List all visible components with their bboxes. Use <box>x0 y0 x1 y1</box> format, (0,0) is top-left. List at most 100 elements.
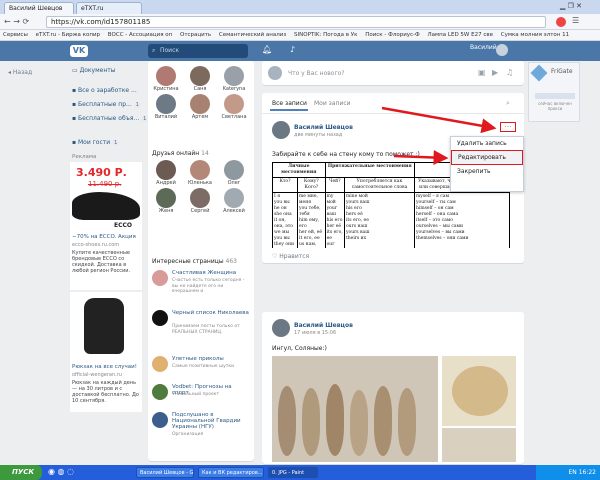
page-title[interactable]: Черный список Николаева <box>172 310 250 316</box>
left-nav-guests[interactable]: ▪ Мои гости 1 <box>72 139 120 146</box>
left-nav-group-1[interactable]: ▪ Все о заработке ... <box>72 87 137 94</box>
left-nav-group-2[interactable]: ▪ Бесплатные пр... 1 <box>72 101 141 108</box>
ad-text: Купите качественные брендовые ECCO со ск… <box>72 250 131 274</box>
page-avatar <box>152 412 168 428</box>
bell-icon[interactable]: 🔔︎ <box>262 45 272 54</box>
friend-item[interactable]: Андрей <box>152 160 180 186</box>
friend-item[interactable]: Виталий <box>152 94 180 120</box>
bookmark[interactable]: Отсрацить <box>177 30 214 40</box>
friend-item[interactable]: Сергей <box>186 188 214 214</box>
frigate-widget[interactable]: FriGate сейчас включен прокси <box>528 62 580 122</box>
ad-title[interactable]: −70% на ECCO. Акция <box>72 234 142 240</box>
quicklaunch-icons[interactable]: ◉ ◍ ◌ <box>48 467 74 476</box>
left-nav-documents[interactable]: ▭ Документы <box>72 67 115 74</box>
search-input[interactable]: Поиск <box>148 44 248 58</box>
left-nav-label: Все о заработке ... <box>77 87 137 94</box>
friend-name: Виталий <box>154 114 178 120</box>
left-nav-group-3[interactable]: ▪ Бесплатные объя... 1 <box>72 115 149 122</box>
browser-tab-vk[interactable]: Василий Шевцов <box>4 2 74 14</box>
bookmark[interactable]: Лампа LED 5W E27 све <box>425 30 496 40</box>
page-item[interactable]: Подслушано в Национальной Гвардии Украин… <box>152 412 252 452</box>
friend-item[interactable]: Женя <box>152 188 180 214</box>
composer-input[interactable]: Что у Вас нового? <box>288 70 344 77</box>
browser-tab-etxt[interactable]: eTXT.ru <box>76 2 142 14</box>
friend-item[interactable]: Артем <box>186 94 214 120</box>
page-title[interactable]: Подслушано в Национальной Гвардии Украин… <box>172 412 250 430</box>
video-icon[interactable]: ▶ <box>492 68 498 77</box>
nav-back-forward-icon[interactable]: ← → ⟳ <box>4 17 29 26</box>
count-badge: 1 <box>133 102 141 108</box>
frigate-bar <box>535 93 575 99</box>
post-photo-small[interactable] <box>442 428 516 462</box>
fish-shape <box>326 384 344 456</box>
friend-item[interactable]: Саня <box>186 66 214 92</box>
bookmark[interactable]: ВОСС - Ассоциация оп <box>105 30 175 40</box>
page-item[interactable]: Черный список Николаева Принимаем посты … <box>152 310 252 354</box>
post-author-avatar[interactable] <box>272 319 290 337</box>
fish-shape <box>398 388 416 456</box>
table-subheader: Кому? Кого? <box>297 177 326 193</box>
friend-name: Кристина <box>153 86 179 92</box>
start-button[interactable]: ПУСК <box>0 465 42 480</box>
friend-item[interactable]: Кристина <box>152 66 180 92</box>
count-badge: 1 <box>112 140 120 146</box>
vk-logo[interactable]: VK <box>70 45 88 57</box>
post-photo-fish[interactable] <box>272 356 438 462</box>
post-photo-bowl[interactable] <box>442 356 516 426</box>
bookmark[interactable]: eTXT.ru - Биржа копир <box>33 30 103 40</box>
post-time[interactable]: 17 июля в 15:06 <box>294 330 336 336</box>
bookmark[interactable]: Сервисы <box>0 30 31 40</box>
fish-shape <box>374 386 392 456</box>
taskbar-item-paint[interactable]: 0. JPG - Paint <box>268 467 318 478</box>
ad-title[interactable]: Рюкзак на все случаи! <box>72 364 137 370</box>
page-item[interactable]: Счастливая Женщина Счастье есть только с… <box>152 270 252 306</box>
fish-shape <box>278 386 296 456</box>
friend-item[interactable]: Светлана <box>220 94 248 120</box>
page-avatar <box>152 356 168 372</box>
page-item[interactable]: Vodbet: Прогнозы на спорт Уникальный про… <box>152 384 252 406</box>
bookmark[interactable]: Семантический анализ <box>216 30 289 40</box>
back-label: Назад <box>12 69 33 76</box>
annotation-arrows <box>381 106 497 166</box>
page-item[interactable]: Улетные приколы Самые позитивные шутки <box>152 356 252 378</box>
ad-header: Реклама <box>72 154 97 160</box>
back-link[interactable]: ◂ Назад <box>8 69 32 76</box>
bookmark[interactable]: SINOPTIK: Погода в Ук <box>291 30 360 40</box>
camera-icon[interactable]: ▣ <box>478 68 486 77</box>
table-cell: myself – я сам yourself – ты сам himself… <box>414 192 510 248</box>
friend-name: Алексей <box>223 208 245 214</box>
online-friends-grid: Андрей Юленька Олег Женя Сергей Алексей <box>152 160 250 214</box>
menu-icon[interactable]: ☰ <box>572 16 579 25</box>
friend-item[interactable]: Олег <box>220 160 248 186</box>
post-author[interactable]: Василий Шевцов <box>294 322 353 329</box>
page-title[interactable]: Улетные приколы <box>172 356 250 362</box>
bookmark[interactable]: Сумка молния элтон 11 <box>498 30 572 40</box>
taskbar-item-browser[interactable]: Василий Шевцов - G... <box>136 467 194 478</box>
extension-icon[interactable] <box>556 17 566 27</box>
arrow-to-edit <box>393 150 449 166</box>
header-user-name[interactable]: Василий <box>470 44 497 51</box>
vk-header <box>0 41 600 61</box>
ad-backpack[interactable]: Рюкзак на все случаи! official-wengeran.… <box>70 292 142 412</box>
taskbar-item-word[interactable]: Как и ВК редактиров... <box>198 467 264 478</box>
audio-icon[interactable]: ♫ <box>506 68 513 77</box>
system-tray[interactable]: EN 16:22 <box>536 465 600 480</box>
friends-online-header[interactable]: Друзья онлайн 14 <box>152 150 209 157</box>
page-title[interactable]: Счастливая Женщина <box>172 270 250 276</box>
pages-header[interactable]: Интересные страницы 463 <box>152 258 237 265</box>
language-indicator[interactable]: EN <box>569 469 577 476</box>
bookmark[interactable]: Поиск - Флориус-Ф <box>362 30 423 40</box>
friend-name: Саня <box>193 86 207 92</box>
header-avatar[interactable] <box>496 44 508 56</box>
url-input[interactable]: https://vk.com/id157801185 <box>46 16 546 28</box>
friend-item[interactable]: Алексей <box>220 188 248 214</box>
bookmarks-bar: Сервисы eTXT.ru - Биржа копир ВОСС - Асс… <box>0 30 600 41</box>
music-icon[interactable]: ♪ <box>290 45 295 54</box>
left-nav-label: Бесплатные объя... <box>77 115 140 122</box>
like-button[interactable]: ♡ Нравится <box>272 253 309 260</box>
window-controls[interactable]: ▁ ❐ ✕ <box>560 2 582 10</box>
ad-ecco[interactable]: 3.490 Р. 11.490 р. ECCO −70% на ECCO. Ак… <box>70 162 142 290</box>
friend-name: Олег <box>227 180 241 186</box>
friend-item[interactable]: Kateryna <box>220 66 248 92</box>
friend-item[interactable]: Юленька <box>186 160 214 186</box>
